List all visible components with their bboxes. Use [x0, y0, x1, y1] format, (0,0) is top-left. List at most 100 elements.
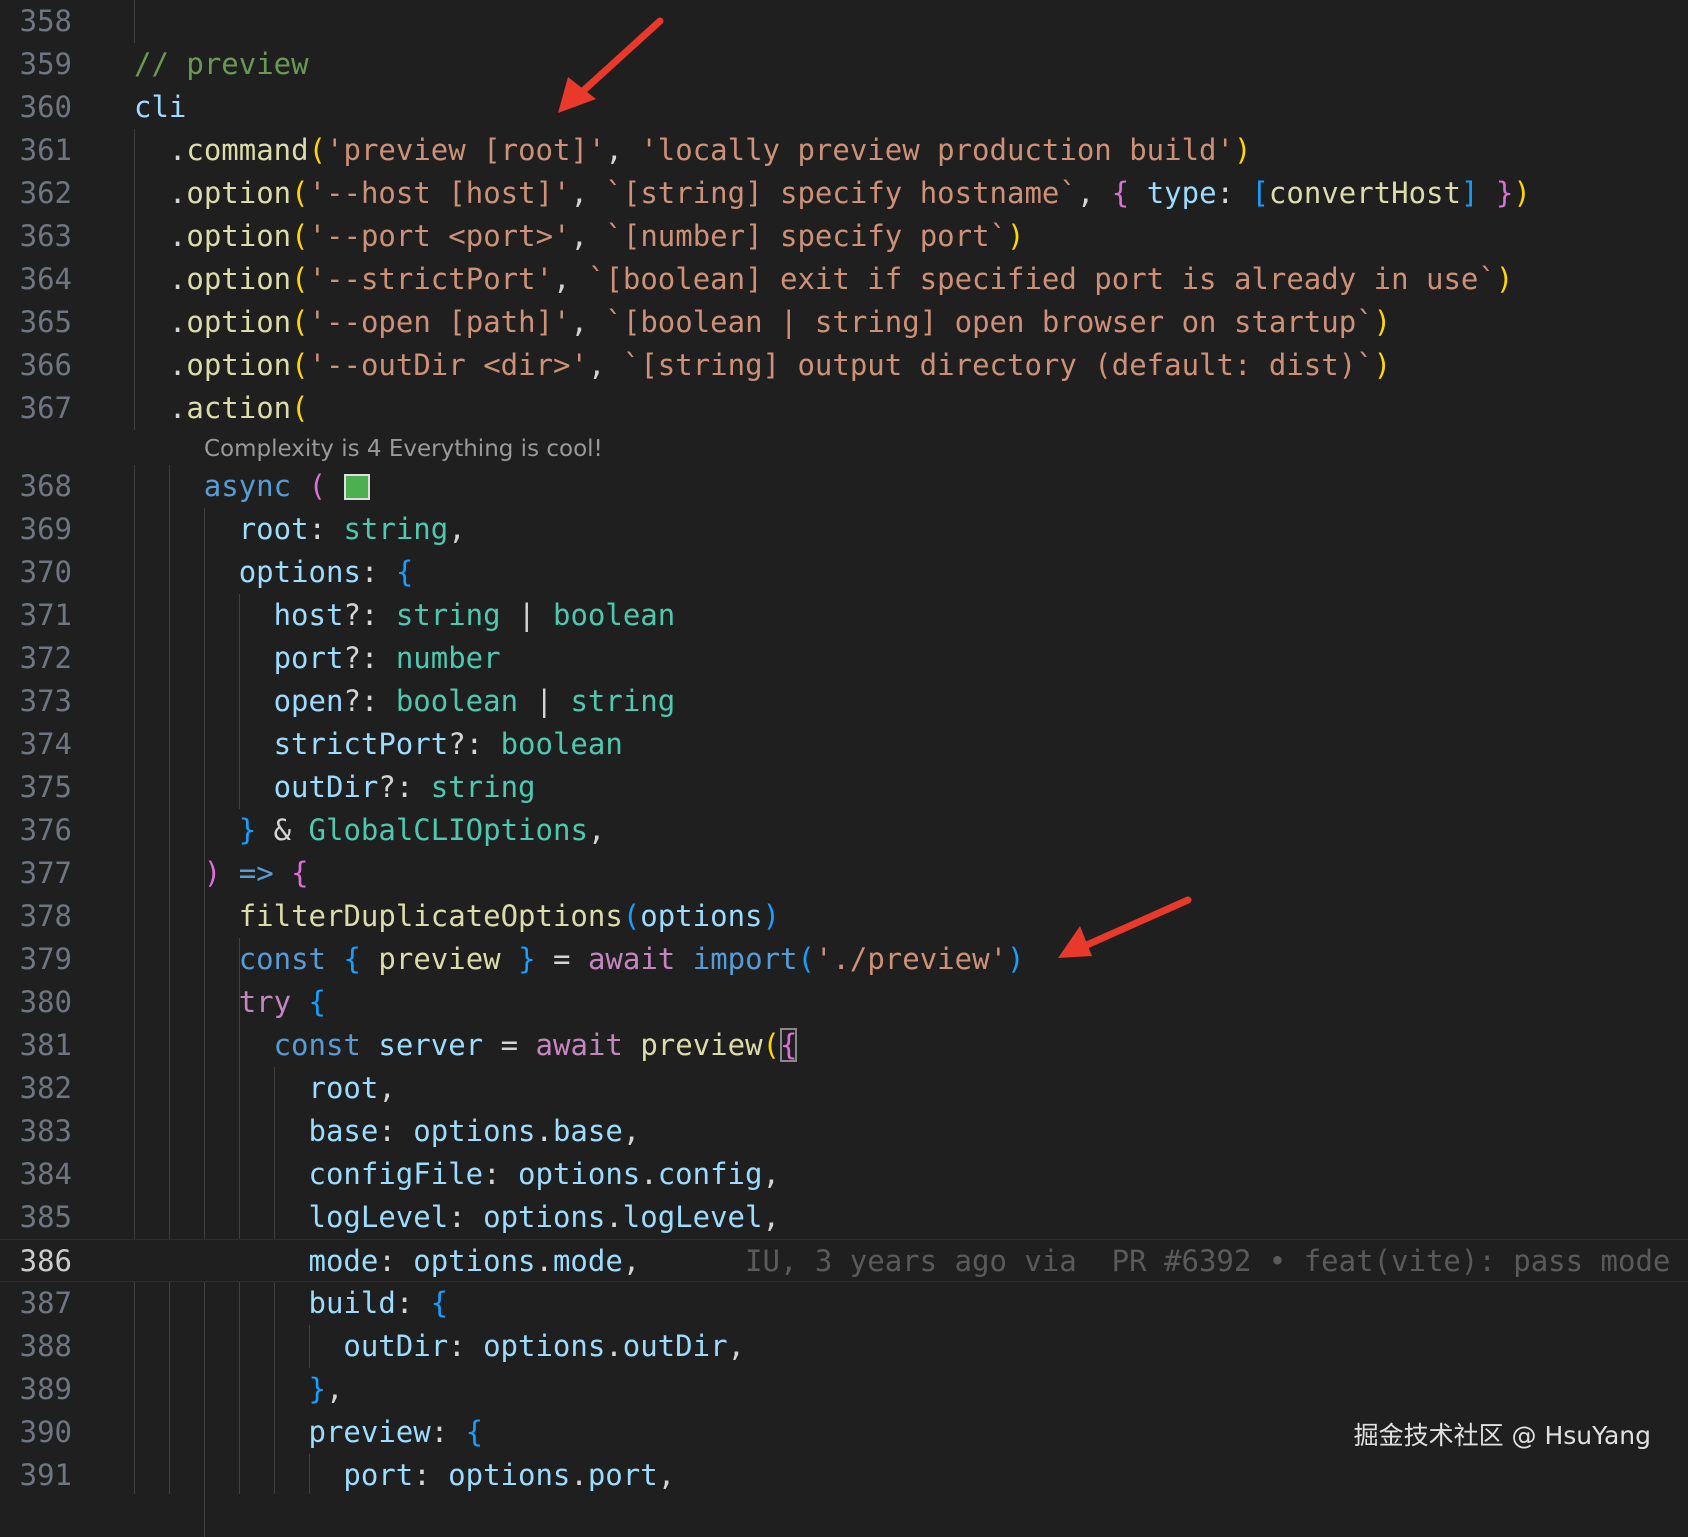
- line-number[interactable]: 358: [0, 0, 72, 43]
- code-text[interactable]: .command('preview [root]', 'locally prev…: [169, 129, 1252, 172]
- line-number[interactable]: 365: [0, 301, 72, 344]
- code-line[interactable]: 376 } & GlobalCLIOptions,: [0, 809, 1688, 852]
- code-line[interactable]: 359 // preview: [0, 43, 1688, 86]
- line-number[interactable]: 383: [0, 1110, 72, 1153]
- code-text[interactable]: build: {: [309, 1282, 449, 1325]
- code-text[interactable]: open?: boolean | string: [274, 680, 676, 723]
- code-text[interactable]: .option('--host [host]', `[string] speci…: [169, 172, 1531, 215]
- line-number[interactable]: 369: [0, 508, 72, 551]
- code-text[interactable]: configFile: options.config,: [309, 1153, 780, 1196]
- code-text[interactable]: .option('--port <port>', `[number] speci…: [169, 215, 1025, 258]
- code-line[interactable]: 380 try {: [0, 981, 1688, 1024]
- line-number[interactable]: 379: [0, 938, 72, 981]
- line-number[interactable]: 363: [0, 215, 72, 258]
- code-line[interactable]: 369 root: string,: [0, 508, 1688, 551]
- line-number[interactable]: 385: [0, 1196, 72, 1239]
- code-line[interactable]: 385 logLevel: options.logLevel,: [0, 1196, 1688, 1239]
- code-line[interactable]: 382 root,: [0, 1067, 1688, 1110]
- code-line[interactable]: 383 base: options.base,: [0, 1110, 1688, 1153]
- line-number[interactable]: 382: [0, 1067, 72, 1110]
- line-number[interactable]: 360: [0, 86, 72, 129]
- code-text[interactable]: port?: number: [274, 637, 501, 680]
- code-text[interactable]: preview: {: [309, 1411, 484, 1454]
- code-text[interactable]: port: options.port,: [343, 1454, 675, 1497]
- code-text[interactable]: mode: options.mode, IU, 3 years ago via …: [309, 1240, 1688, 1283]
- line-number[interactable]: 364: [0, 258, 72, 301]
- line-number[interactable]: 361: [0, 129, 72, 172]
- line-number[interactable]: 374: [0, 723, 72, 766]
- code-line[interactable]: 381 const server = await preview({: [0, 1024, 1688, 1067]
- code-line[interactable]: 362 .option('--host [host]', `[string] sp…: [0, 172, 1688, 215]
- code-text[interactable]: outDir?: string: [274, 766, 536, 809]
- code-text[interactable]: },: [309, 1368, 344, 1411]
- code-line[interactable]: 371 host?: string | boolean: [0, 594, 1688, 637]
- code-text[interactable]: const { preview } = await import('./prev…: [239, 938, 1025, 981]
- code-line[interactable]: 387 build: {: [0, 1282, 1688, 1325]
- line-number[interactable]: 375: [0, 766, 72, 809]
- code-text[interactable]: const server = await preview({: [274, 1024, 798, 1067]
- code-text[interactable]: root: string,: [239, 508, 466, 551]
- code-text[interactable]: root,: [309, 1067, 396, 1110]
- git-blame-annotation[interactable]: IU, 3 years ago via PR #6392 • feat(vite…: [640, 1244, 1688, 1278]
- code-line[interactable]: 358: [0, 0, 1688, 43]
- code-line[interactable]: 375 outDir?: string: [0, 766, 1688, 809]
- code-line[interactable]: 389},: [0, 1368, 1688, 1411]
- line-number[interactable]: 391: [0, 1454, 72, 1497]
- code-text[interactable]: } & GlobalCLIOptions,: [239, 809, 606, 852]
- line-number[interactable]: 370: [0, 551, 72, 594]
- code-text[interactable]: logLevel: options.logLevel,: [309, 1196, 780, 1239]
- code-text[interactable]: strictPort?: boolean: [274, 723, 623, 766]
- code-line[interactable]: 365 .option('--open [path]', `[boolean | …: [0, 301, 1688, 344]
- code-text[interactable]: .action(: [169, 387, 309, 430]
- code-line[interactable]: 384 configFile: options.config,: [0, 1153, 1688, 1196]
- code-text[interactable]: host?: string | boolean: [274, 594, 676, 637]
- code-line[interactable]: 373open?: boolean | string: [0, 680, 1688, 723]
- code-line[interactable]: 374 strictPort?: boolean: [0, 723, 1688, 766]
- code-line[interactable]: 386 mode: options.mode, IU, 3 years ago v…: [0, 1239, 1688, 1282]
- code-line[interactable]: 360 cli: [0, 86, 1688, 129]
- line-number[interactable]: 388: [0, 1325, 72, 1368]
- code-text[interactable]: filterDuplicateOptions(options): [239, 895, 780, 938]
- code-line[interactable]: 379 const { preview } = await import('./p…: [0, 938, 1688, 981]
- code-editor[interactable]: 358359 // preview 360 cli 361 .command('previ…: [0, 0, 1688, 1494]
- line-number[interactable]: 368: [0, 465, 72, 508]
- line-number[interactable]: 359: [0, 43, 72, 86]
- code-text[interactable]: .option('--outDir <dir>', `[string] outp…: [169, 344, 1391, 387]
- code-text[interactable]: async (: [204, 465, 370, 508]
- line-number[interactable]: 372: [0, 637, 72, 680]
- code-line[interactable]: 364 .option('--strictPort', `[boolean] ex…: [0, 258, 1688, 301]
- code-text[interactable]: outDir: options.outDir,: [343, 1325, 745, 1368]
- codelens-complexity[interactable]: Complexity is 4 Everything is cool!: [204, 434, 603, 464]
- code-text[interactable]: .option('--open [path]', `[boolean | str…: [169, 301, 1391, 344]
- code-line[interactable]: 388 outDir: options.outDir,: [0, 1325, 1688, 1368]
- code-text[interactable]: .option('--strictPort', `[boolean] exit …: [169, 258, 1513, 301]
- code-text[interactable]: cli: [134, 86, 186, 129]
- line-number[interactable]: 377: [0, 852, 72, 895]
- line-number[interactable]: 367: [0, 387, 72, 430]
- line-number[interactable]: 362: [0, 172, 72, 215]
- line-number[interactable]: 384: [0, 1153, 72, 1196]
- line-number[interactable]: 376: [0, 809, 72, 852]
- color-swatch-icon[interactable]: [344, 474, 370, 500]
- code-line[interactable]: 377 ) => {: [0, 852, 1688, 895]
- line-number[interactable]: 387: [0, 1282, 72, 1325]
- code-line[interactable]: 361 .command('preview [root]', 'locally p…: [0, 129, 1688, 172]
- code-text[interactable]: base: options.base,: [309, 1110, 641, 1153]
- code-line[interactable]: 372 port?: number: [0, 637, 1688, 680]
- code-text[interactable]: // preview: [134, 43, 309, 86]
- line-number[interactable]: 371: [0, 594, 72, 637]
- code-line[interactable]: 366.option('--outDir <dir>', `[string] o…: [0, 344, 1688, 387]
- code-line[interactable]: 391 port: options.port,: [0, 1454, 1688, 1497]
- code-line[interactable]: 363 .option('--port <port>', `[number] sp…: [0, 215, 1688, 258]
- line-number[interactable]: 381: [0, 1024, 72, 1067]
- line-number[interactable]: 380: [0, 981, 72, 1024]
- line-number[interactable]: 386: [0, 1240, 72, 1283]
- code-line[interactable]: 378 filterDuplicateOptions(options): [0, 895, 1688, 938]
- line-number[interactable]: 390: [0, 1411, 72, 1454]
- code-line[interactable]: 370options: {: [0, 551, 1688, 594]
- code-line[interactable]: 368 async (: [0, 465, 1688, 508]
- code-text[interactable]: ) => {: [204, 852, 309, 895]
- line-number[interactable]: 389: [0, 1368, 72, 1411]
- line-number[interactable]: 378: [0, 895, 72, 938]
- code-text[interactable]: try {: [239, 981, 326, 1024]
